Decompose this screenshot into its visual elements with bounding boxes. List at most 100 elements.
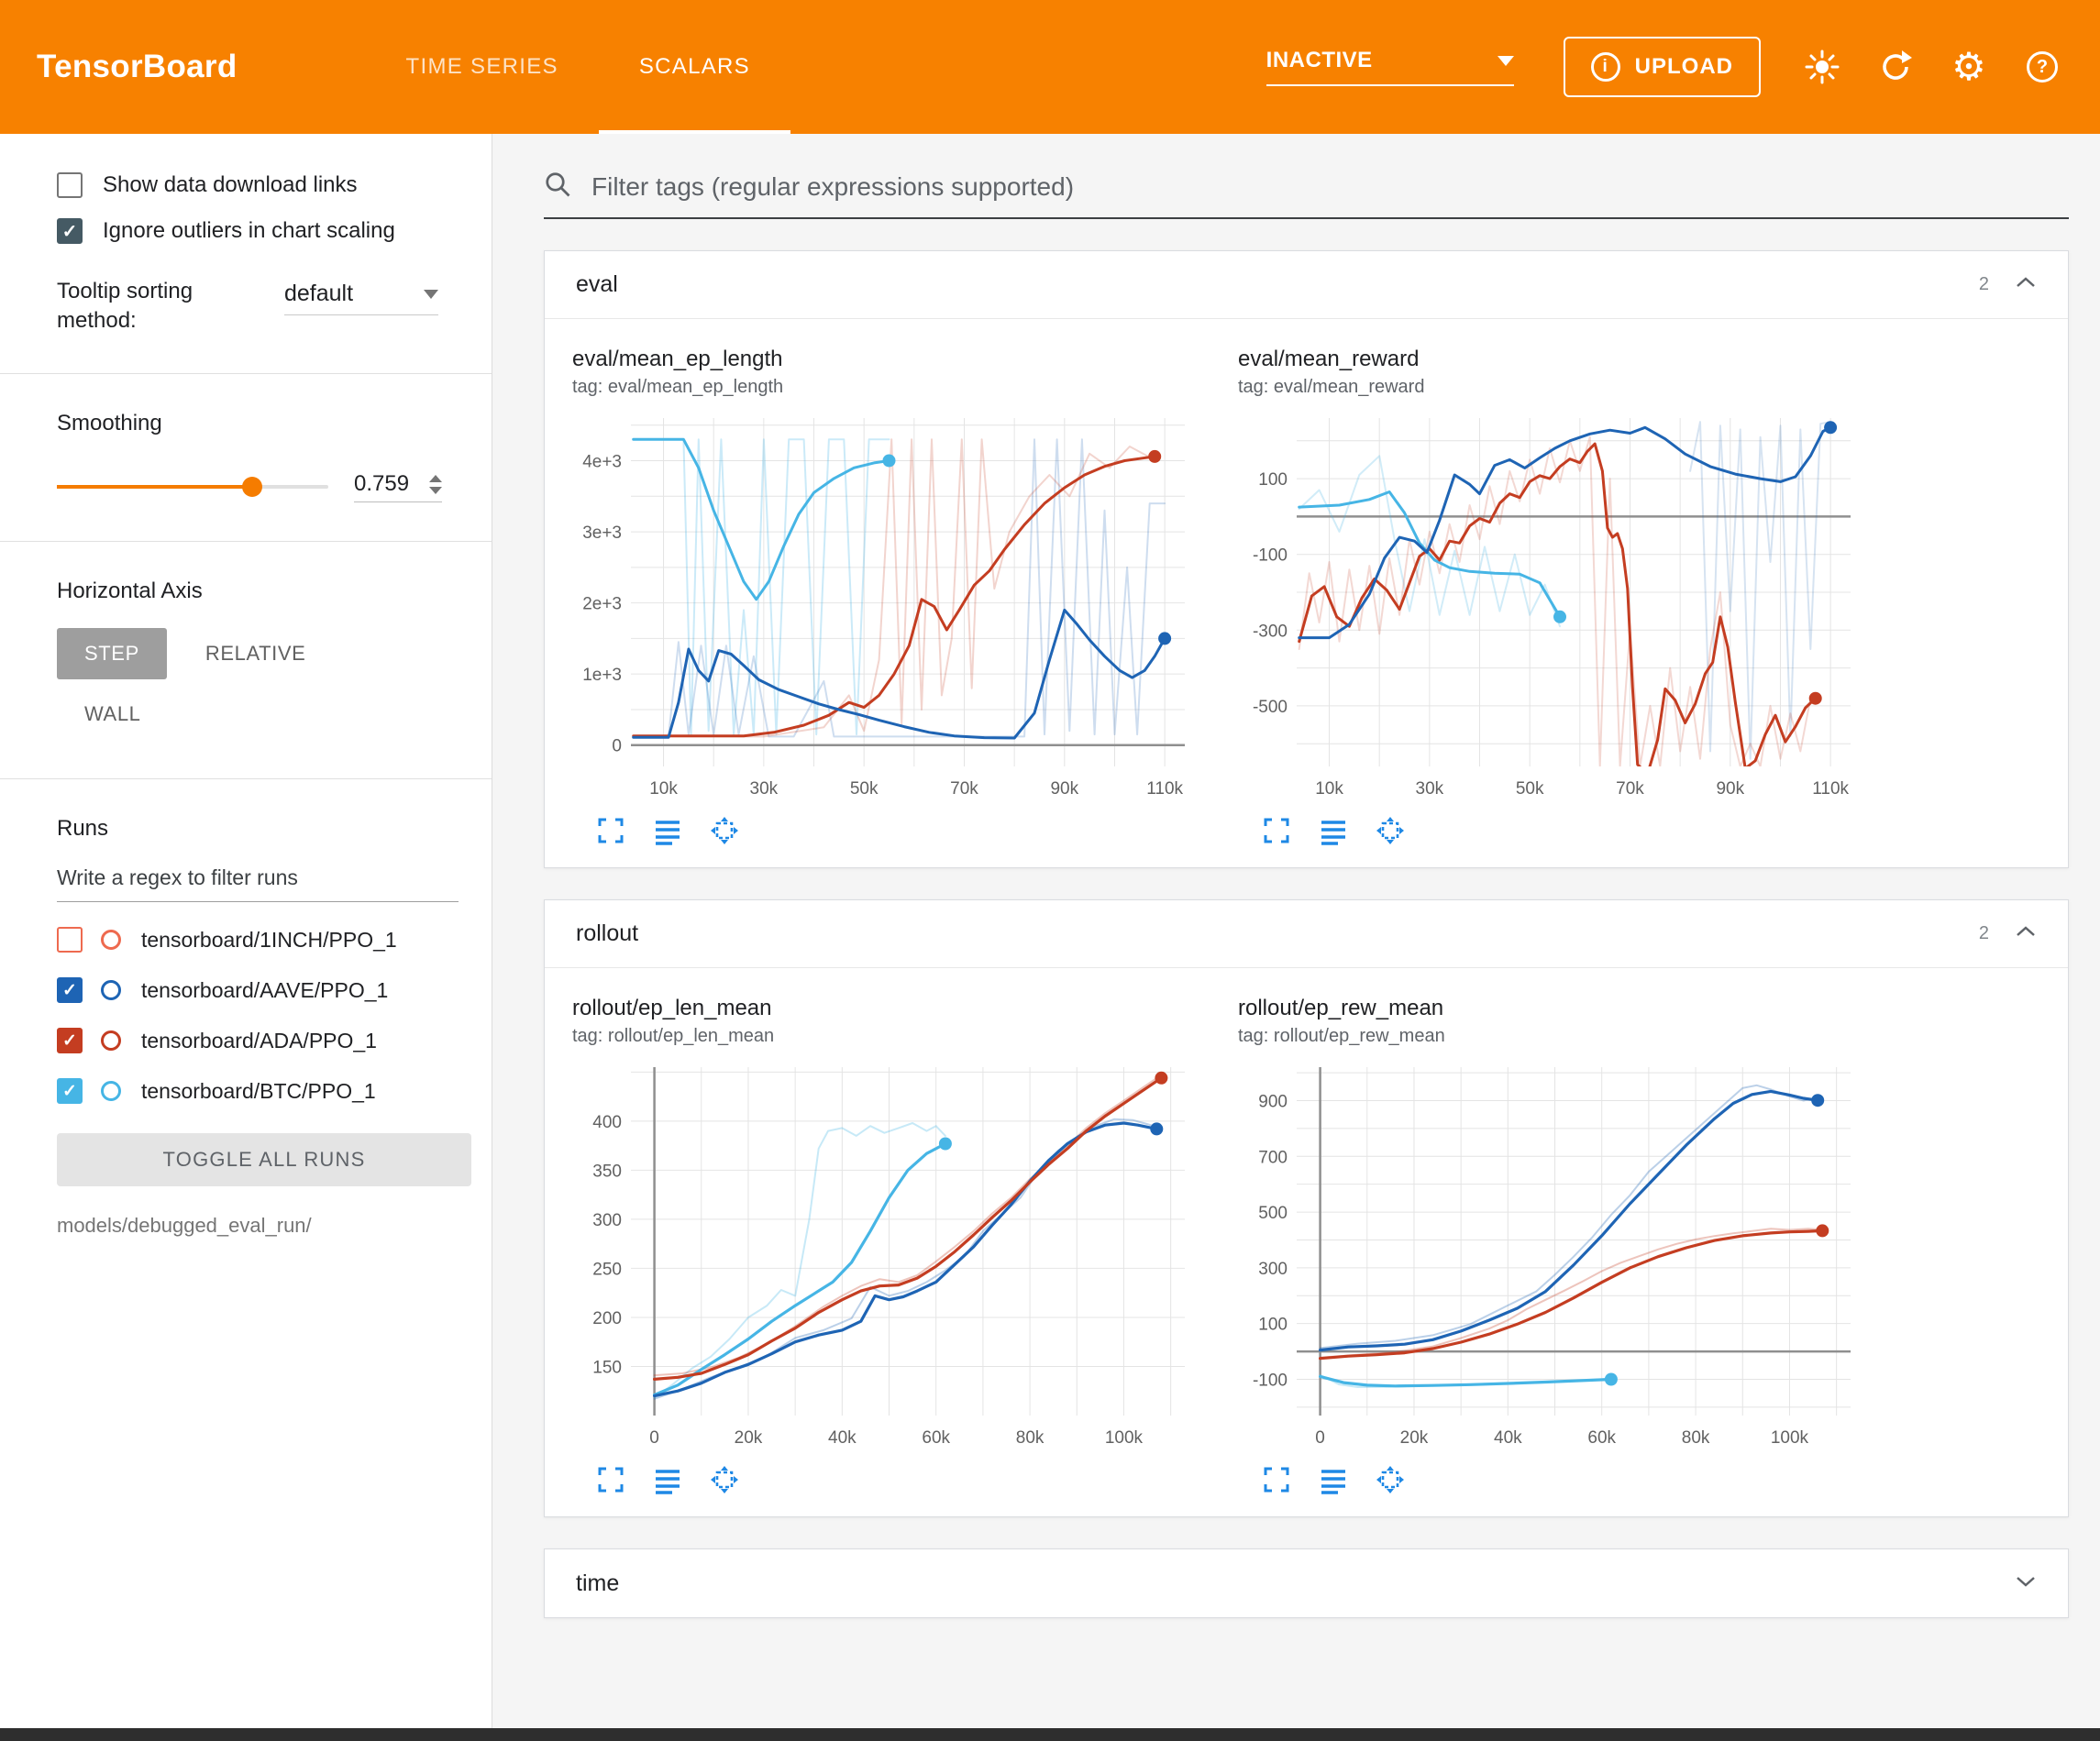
section-header-time[interactable]: time — [545, 1549, 2068, 1617]
run-label: tensorboard/AAVE/PPO_1 — [141, 978, 388, 1003]
refresh-icon[interactable] — [1878, 50, 1913, 84]
chevron-down-icon[interactable] — [2015, 1575, 2037, 1592]
svg-text:30k: 30k — [1416, 779, 1444, 799]
check-icon: ✓ — [62, 980, 77, 1001]
chevron-down-icon — [1498, 56, 1514, 66]
chevron-up-icon[interactable] — [2015, 925, 2037, 942]
svg-text:10k: 10k — [1315, 779, 1343, 799]
horizontal-axis-label: Horizontal Axis — [57, 578, 459, 604]
spinner-down-icon[interactable] — [429, 487, 442, 494]
toggle-all-runs-button[interactable]: TOGGLE ALL RUNS — [57, 1133, 471, 1186]
divider — [0, 778, 492, 779]
run-checkbox[interactable]: ✓ — [57, 927, 83, 953]
upload-button[interactable]: i UPLOAD — [1564, 37, 1761, 97]
eval-mean-reward-plot[interactable]: 10k30k50k70k90k110k100-100-300-500 — [1238, 405, 1862, 809]
run-row[interactable]: ✓ tensorboard/BTC/PPO_1 — [57, 1078, 459, 1104]
status-dropdown[interactable]: INACTIVE — [1266, 48, 1514, 86]
svg-text:900: 900 — [1258, 1092, 1288, 1111]
chart-tag: tag: rollout/ep_len_mean — [572, 1026, 1214, 1047]
expand-chart-icon[interactable] — [1262, 816, 1291, 845]
spinner-up-icon[interactable] — [429, 475, 442, 482]
chart-tag: tag: rollout/ep_rew_mean — [1238, 1026, 1880, 1047]
status-dropdown-value: INACTIVE — [1266, 48, 1373, 73]
chart-block-rollout-ep-rew-mean: rollout/ep_rew_mean tag: rollout/ep_rew_… — [1238, 996, 1880, 1494]
svg-text:60k: 60k — [1587, 1428, 1616, 1448]
runs-list-icon[interactable] — [653, 1465, 682, 1494]
fit-domain-icon[interactable] — [710, 1465, 739, 1494]
chart-title: rollout/ep_len_mean — [572, 996, 1214, 1021]
run-row[interactable]: ✓ tensorboard/AAVE/PPO_1 — [57, 977, 459, 1003]
run-color-ring[interactable] — [101, 980, 121, 1000]
rollout-ep-len-mean-plot[interactable]: 020k40k60k80k100k150200250300350400 — [572, 1054, 1196, 1458]
ignore-outliers-row[interactable]: ✓ Ignore outliers in chart scaling — [57, 218, 459, 244]
expand-chart-icon[interactable] — [596, 1465, 625, 1494]
svg-text:0: 0 — [1315, 1428, 1325, 1448]
tooltip-sorting-label: Tooltip sorting method: — [57, 277, 259, 335]
brightness-icon[interactable] — [1805, 50, 1840, 84]
chart-toolbar — [1238, 1465, 1880, 1494]
show-download-links-checkbox[interactable] — [57, 172, 83, 198]
axis-relative-button[interactable]: RELATIVE — [178, 628, 334, 679]
chart-toolbar — [572, 1465, 1214, 1494]
smoothing-slider[interactable] — [57, 485, 328, 489]
svg-text:350: 350 — [592, 1162, 622, 1181]
smoothing-slider-knob[interactable] — [242, 477, 262, 497]
chevron-up-icon[interactable] — [2015, 276, 2037, 293]
section-header-eval[interactable]: eval 2 — [545, 251, 2068, 319]
runs-list-icon[interactable] — [1319, 1465, 1348, 1494]
check-icon: ✓ — [62, 1030, 77, 1052]
tag-filter-input[interactable] — [590, 171, 2069, 203]
expand-chart-icon[interactable] — [596, 816, 625, 845]
smoothing-spinner[interactable] — [429, 475, 442, 494]
axis-step-button[interactable]: STEP — [57, 628, 167, 679]
run-color-ring[interactable] — [101, 1030, 121, 1051]
settings-gear-icon[interactable]: ⚙ — [1951, 50, 1986, 84]
run-row[interactable]: ✓ tensorboard/ADA/PPO_1 — [57, 1028, 459, 1053]
section-header-rollout[interactable]: rollout 2 — [545, 900, 2068, 968]
runs-list-icon[interactable] — [653, 816, 682, 845]
axis-wall-button[interactable]: WALL — [57, 689, 169, 740]
chevron-down-icon — [424, 290, 438, 299]
expand-chart-icon[interactable] — [1262, 1465, 1291, 1494]
chart-block-eval-mean-reward: eval/mean_reward tag: eval/mean_reward 1… — [1238, 347, 1880, 845]
chart-title: eval/mean_ep_length — [572, 347, 1214, 372]
runs-label: Runs — [57, 816, 459, 842]
chart-tag: tag: eval/mean_ep_length — [572, 377, 1214, 398]
svg-text:500: 500 — [1258, 1204, 1288, 1223]
svg-text:3e+3: 3e+3 — [582, 523, 622, 543]
fit-domain-icon[interactable] — [1376, 1465, 1405, 1494]
tooltip-sorting-select[interactable]: default — [284, 281, 438, 315]
divider — [0, 541, 492, 542]
svg-text:20k: 20k — [1400, 1428, 1429, 1448]
chart-toolbar — [1238, 816, 1880, 845]
runs-filter-input[interactable] — [57, 858, 459, 902]
tab-scalars[interactable]: SCALARS — [599, 0, 790, 134]
svg-text:110k: 110k — [1812, 779, 1849, 799]
run-checkbox[interactable]: ✓ — [57, 1078, 83, 1104]
ignore-outliers-checkbox[interactable]: ✓ — [57, 218, 83, 244]
rollout-ep-rew-mean-plot[interactable]: 020k40k60k80k100k-100100300500700900 — [1238, 1054, 1862, 1458]
settings-sidebar: Show data download links ✓ Ignore outlie… — [0, 134, 492, 1728]
fit-domain-icon[interactable] — [1376, 816, 1405, 845]
show-download-links-row[interactable]: Show data download links — [57, 172, 459, 198]
run-checkbox[interactable]: ✓ — [57, 977, 83, 1003]
eval-mean-ep-length-plot[interactable]: 10k30k50k70k90k110k01e+32e+33e+34e+3 — [572, 405, 1196, 809]
fit-domain-icon[interactable] — [710, 816, 739, 845]
smoothing-value-input[interactable] — [354, 471, 414, 497]
svg-text:20k: 20k — [735, 1428, 763, 1448]
run-color-ring[interactable] — [101, 1081, 121, 1101]
run-checkbox[interactable]: ✓ — [57, 1028, 83, 1053]
main-content: eval 2 eval/mean_ep_length tag: eval/mea… — [492, 134, 2100, 1728]
chart-tag: tag: eval/mean_reward — [1238, 377, 1880, 398]
runs-list-icon[interactable] — [1319, 816, 1348, 845]
svg-text:150: 150 — [592, 1358, 622, 1377]
tab-time-series[interactable]: TIME SERIES — [366, 0, 599, 134]
svg-text:100k: 100k — [1105, 1428, 1144, 1448]
svg-text:-500: -500 — [1253, 698, 1288, 717]
help-icon[interactable]: ? — [2025, 50, 2060, 84]
run-row[interactable]: ✓ tensorboard/1INCH/PPO_1 — [57, 927, 459, 953]
run-label: tensorboard/ADA/PPO_1 — [141, 1029, 377, 1053]
section-title: rollout — [576, 920, 1979, 947]
svg-text:100: 100 — [1258, 1316, 1288, 1335]
run-color-ring[interactable] — [101, 930, 121, 950]
